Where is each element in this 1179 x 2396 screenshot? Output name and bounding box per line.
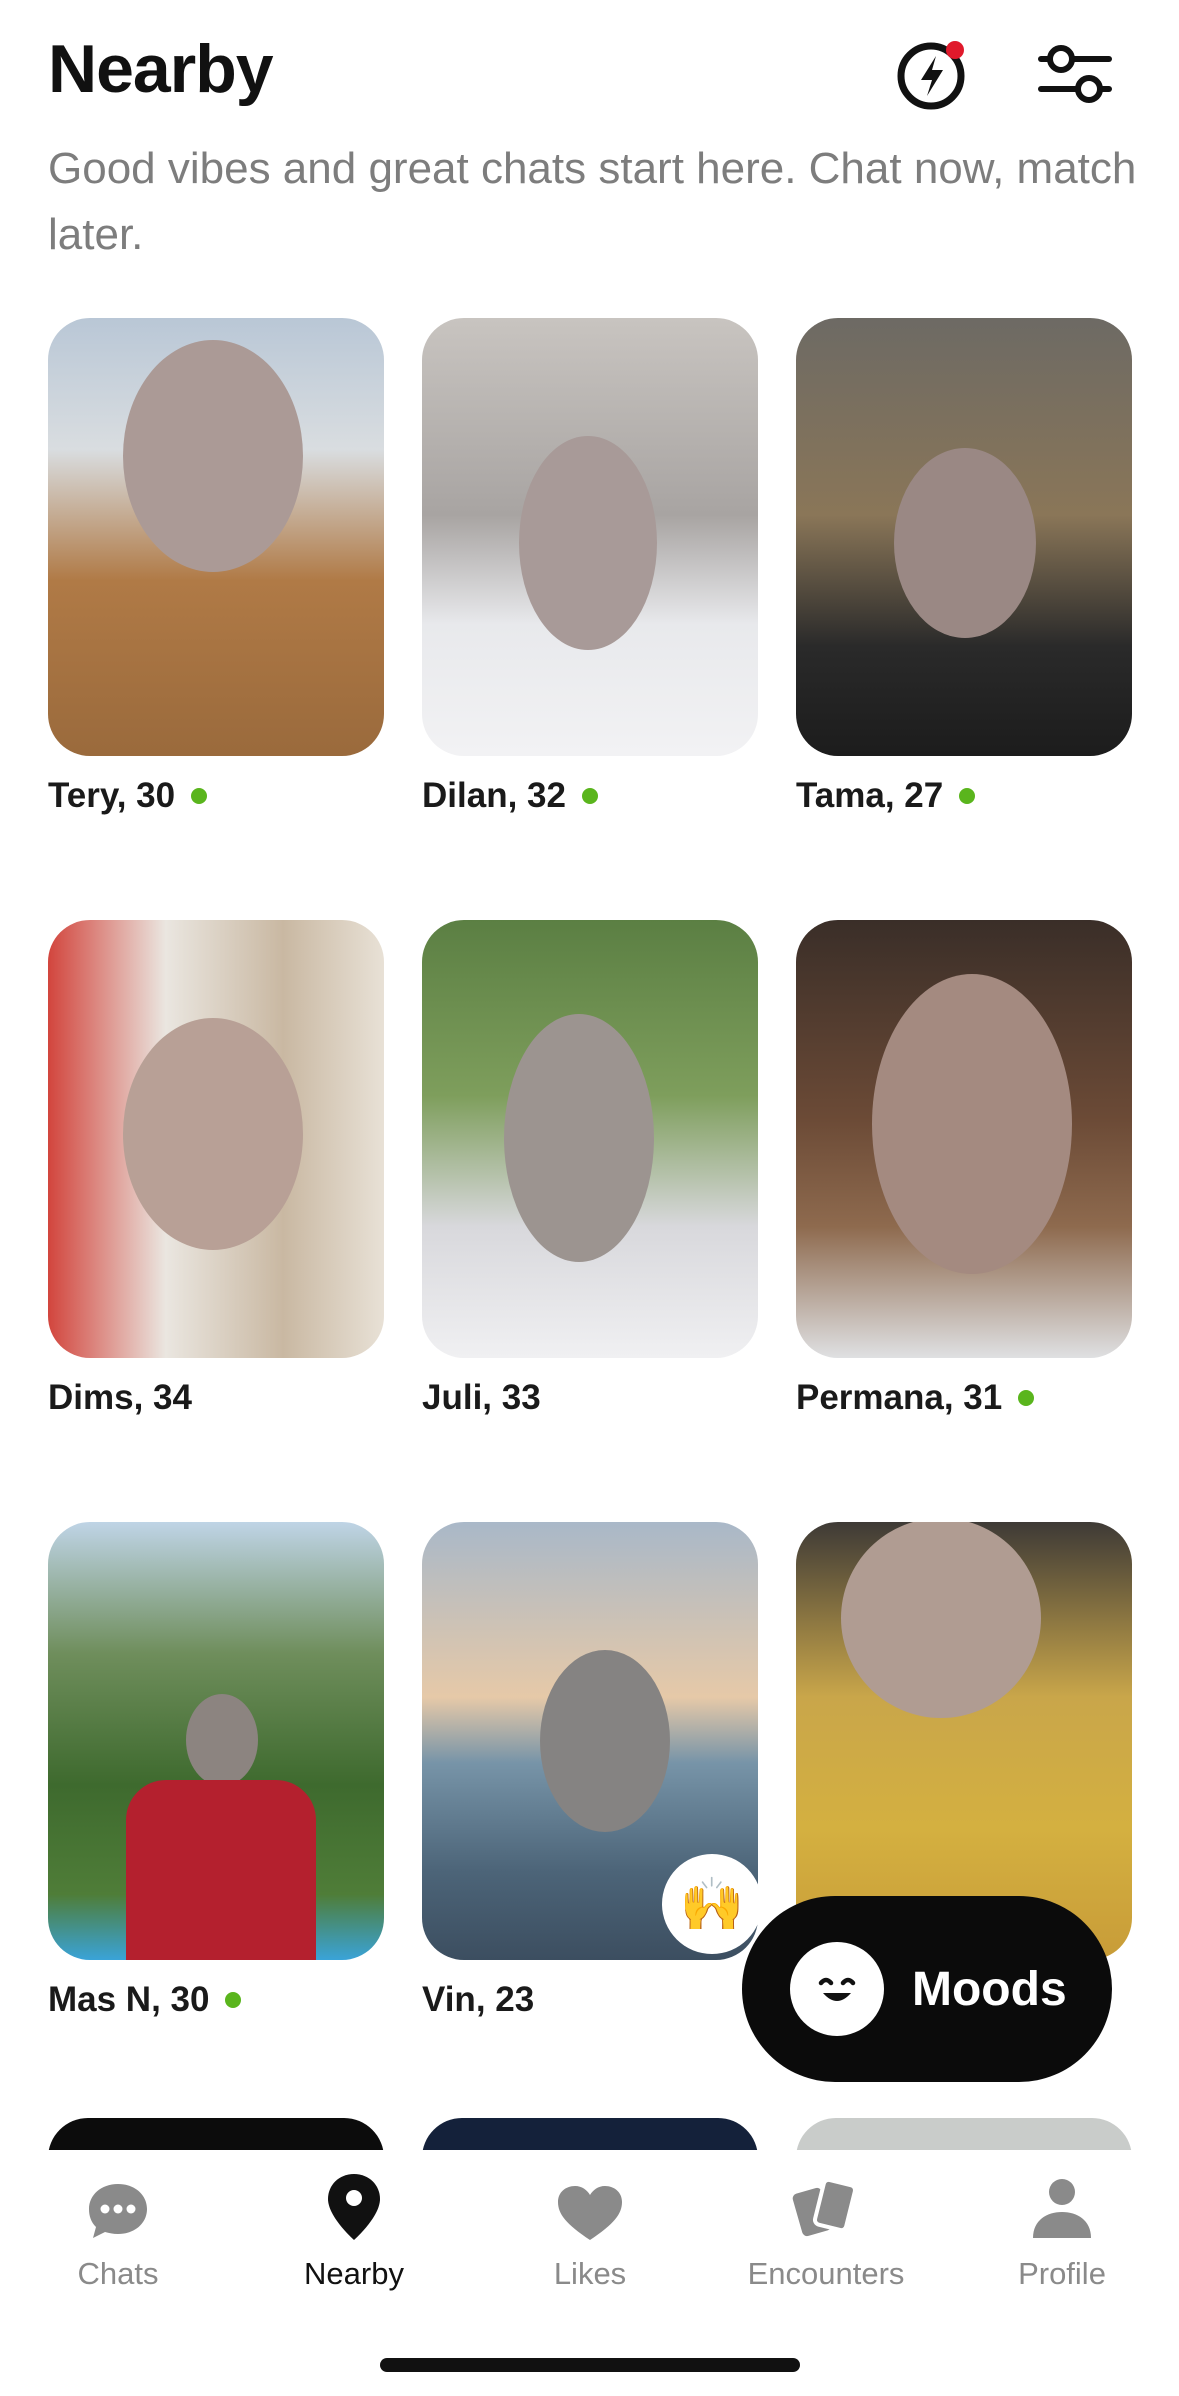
person-icon <box>1033 2179 1091 2238</box>
profile-photo[interactable] <box>422 920 758 1358</box>
tab-chats[interactable]: Chats <box>0 2172 236 2292</box>
reaction-badge: 🙌 <box>662 1854 762 1954</box>
profile-name: Dilan, 32 <box>422 776 566 815</box>
tab-encounters[interactable]: Encounters <box>708 2172 944 2292</box>
online-indicator <box>959 788 976 804</box>
notification-dot <box>946 41 964 59</box>
profile-card[interactable]: Tama, 27 <box>796 318 1132 815</box>
tab-label: Likes <box>553 2256 627 2291</box>
lightning-bolt-icon <box>897 41 965 110</box>
tab-label: Encounters <box>747 2256 905 2291</box>
profile-photo[interactable] <box>48 318 384 756</box>
heart-icon <box>558 2186 622 2240</box>
profile-card[interactable]: Dilan, 32 <box>422 318 758 815</box>
online-indicator <box>1018 1390 1035 1406</box>
profile-photo[interactable] <box>48 1522 384 1960</box>
filter-button[interactable] <box>1030 34 1120 114</box>
tab-label: Profile <box>1018 2256 1106 2291</box>
sliders-icon <box>1038 45 1112 103</box>
profile-photo[interactable] <box>796 318 1132 756</box>
smiley-face-icon <box>790 1942 884 2036</box>
profile-photo[interactable] <box>796 920 1132 1358</box>
home-indicator[interactable] <box>380 2358 800 2372</box>
online-indicator <box>191 788 208 804</box>
profile-name: Mas N, 30 <box>48 1980 210 2019</box>
profile-name: Tama, 27 <box>796 776 944 815</box>
profile-photo[interactable]: 🙌 <box>422 1522 762 1960</box>
profile-card[interactable]: Permana, 31 <box>796 920 1132 1417</box>
profile-name: Permana, 31 <box>796 1378 1003 1417</box>
profile-photo[interactable] <box>422 318 758 756</box>
location-pin-icon <box>328 2174 380 2240</box>
profile-card[interactable]: Dims, 34 <box>48 920 384 1417</box>
tab-label: Chats <box>77 2256 159 2291</box>
profile-card[interactable]: Tery, 30 <box>48 318 384 815</box>
page-subtitle: Good vibes and great chats start here. C… <box>48 144 1137 259</box>
online-indicator <box>581 788 598 804</box>
tab-profile[interactable]: Profile <box>944 2172 1179 2292</box>
cards-icon <box>792 2177 858 2237</box>
profile-card[interactable] <box>796 1522 1132 1960</box>
profile-name: Vin, 23 <box>422 1980 535 2019</box>
header: Nearby <box>48 30 1131 120</box>
moods-label: Moods <box>912 1962 1067 2016</box>
tab-nearby[interactable]: Nearby <box>236 2172 472 2292</box>
online-indicator <box>225 1992 242 2008</box>
tab-likes[interactable]: Likes <box>472 2172 708 2292</box>
profile-card[interactable]: Mas N, 30 <box>48 1522 384 2019</box>
profile-card[interactable]: Juli, 33 <box>422 920 758 1417</box>
profile-name: Juli, 33 <box>422 1378 541 1417</box>
profile-card[interactable]: 🙌 Vin, 23 <box>422 1522 762 2019</box>
tab-label: Nearby <box>304 2256 404 2291</box>
chat-bubble-icon <box>89 2184 147 2238</box>
profile-photo[interactable] <box>796 1522 1132 1960</box>
boost-button[interactable] <box>888 34 978 114</box>
profile-name: Tery, 30 <box>48 776 176 815</box>
profile-name: Dims, 34 <box>48 1378 192 1417</box>
moods-button[interactable]: Moods <box>742 1896 1112 2082</box>
page-title: Nearby <box>48 31 274 107</box>
profile-photo[interactable] <box>48 920 384 1358</box>
